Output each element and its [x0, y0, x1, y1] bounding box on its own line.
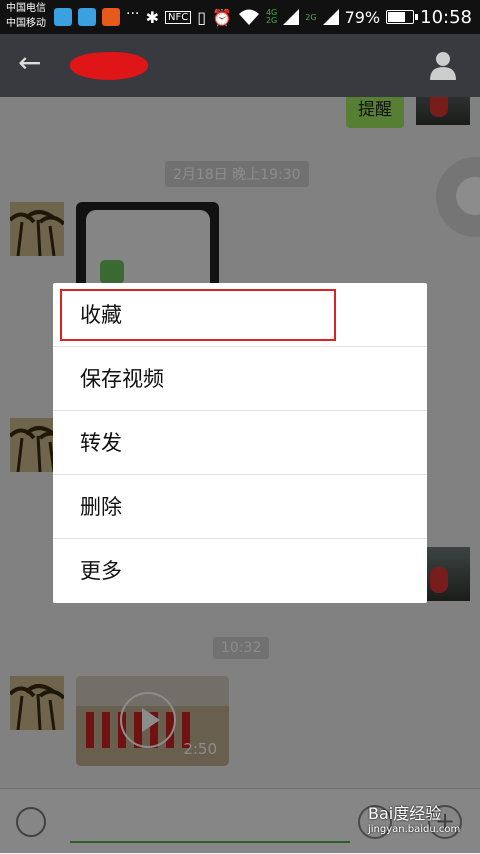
signal-icon — [283, 9, 300, 25]
redacted-contact-name — [69, 49, 149, 83]
bluetooth-icon: ✱ — [145, 7, 160, 27]
network-type: 4G 2G — [266, 9, 277, 25]
menu-item-label: 更多 — [80, 559, 122, 583]
highlight-box — [60, 289, 336, 341]
wifi-icon — [238, 9, 259, 25]
battery-fill — [388, 12, 406, 22]
watermark-brand: Bai度经验 — [368, 804, 442, 823]
app-notification-icon — [78, 8, 96, 26]
taobao-icon — [102, 8, 120, 26]
carrier-2: 中国移动 — [6, 18, 46, 29]
menu-item-more[interactable]: 更多 — [53, 539, 427, 603]
context-menu: 收藏 保存视频 转发 删除 更多 — [53, 283, 427, 603]
clock: 10:58 — [420, 6, 472, 28]
menu-item-label: 保存视频 — [80, 367, 164, 391]
status-bar: 中国电信 中国移动 ··· ✱ NFC ▯ ⏰ 4G 2G 2G 79% 10:… — [0, 0, 480, 34]
network-2g-a: 2G — [265, 16, 278, 25]
back-arrow-icon[interactable]: ← — [18, 48, 48, 78]
battery-percent: 79% — [344, 7, 381, 27]
profile-icon[interactable] — [428, 50, 458, 80]
menu-item-label: 转发 — [80, 431, 122, 455]
chat-header: ← — [0, 34, 480, 97]
menu-item-forward[interactable]: 转发 — [53, 411, 427, 475]
menu-item-label: 删除 — [80, 495, 122, 519]
app-notification-icon — [54, 8, 72, 26]
vibrate-icon: ▯ — [197, 7, 207, 27]
baidu-watermark: Bai度经验 jingyan.baidu.com — [368, 800, 460, 835]
carrier-1: 中国电信 — [6, 3, 46, 14]
more-notifications-icon: ··· — [126, 6, 140, 22]
carrier-labels: 中国电信 中国移动 — [6, 1, 46, 31]
network-2g-b: 2G — [305, 12, 317, 22]
battery-icon — [386, 10, 419, 24]
nfc-icon: NFC — [165, 10, 192, 24]
watermark-url: jingyan.baidu.com — [368, 824, 461, 835]
alarm-icon: ⏰ — [212, 7, 232, 27]
menu-item-favorite[interactable]: 收藏 — [53, 283, 427, 347]
signal-icon-2 — [322, 9, 339, 25]
menu-item-save-video[interactable]: 保存视频 — [53, 347, 427, 411]
menu-item-delete[interactable]: 删除 — [53, 475, 427, 539]
status-right: ✱ NFC ▯ ⏰ 4G 2G 2G 79% 10:58 — [146, 6, 472, 28]
